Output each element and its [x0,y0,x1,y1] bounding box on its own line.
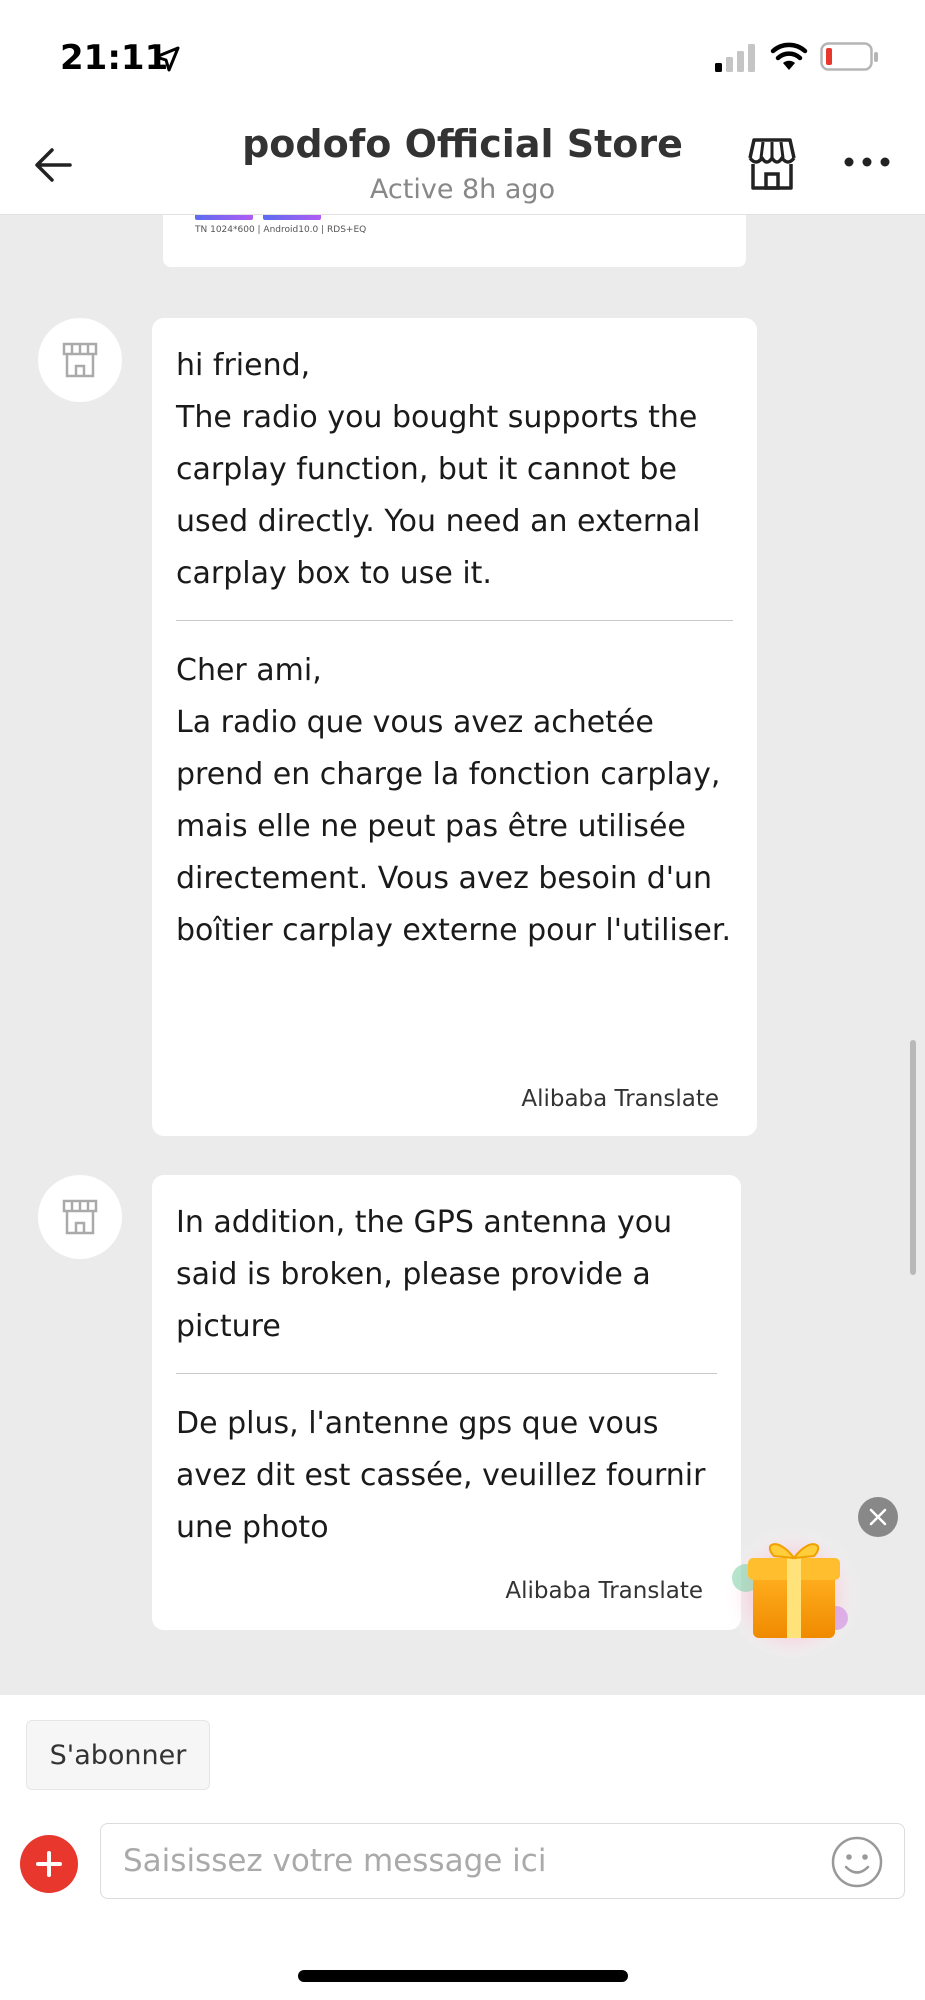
emoji-icon[interactable] [829,1834,885,1890]
message-input[interactable] [123,1824,803,1898]
message-input-box[interactable] [100,1823,905,1899]
scrollbar[interactable] [910,1040,916,1275]
composer-area: S'abonner [0,1695,925,2000]
close-icon [869,1508,887,1526]
translator-label: Alibaba Translate [505,1578,703,1604]
more-icon[interactable] [842,150,892,174]
message-translation: Cher ami, La radio que vous avez achetée… [176,653,731,948]
location-arrow-icon [154,46,180,72]
add-attachment-button[interactable] [20,1835,78,1893]
translator-label: Alibaba Translate [521,1086,719,1112]
plus-icon [36,1851,62,1877]
gift-icon[interactable] [718,1510,868,1660]
message-original: hi friend, The radio you bought supports… [176,348,701,591]
store-icon[interactable] [740,132,804,196]
top-bar: 21:11 podofo Official Store Active 8h ag… [0,0,925,215]
message-bubble: hi friend, The radio you bought supports… [152,318,757,1136]
signal-icon [715,44,755,72]
battery-icon [820,42,878,71]
translation-divider [176,1373,717,1374]
message-bubble: In addition, the GPS antenna you said is… [152,1175,741,1630]
home-indicator [298,1970,628,1982]
store-icon [62,342,98,378]
wifi-icon [770,42,808,70]
gift-close-button[interactable] [858,1497,898,1537]
translation-divider [176,620,733,621]
store-icon [62,1199,98,1235]
store-avatar[interactable] [38,318,122,402]
message-translation: De plus, l'antenne gps que vous avez dit… [176,1406,706,1545]
subscribe-button[interactable]: S'abonner [26,1720,210,1790]
store-avatar[interactable] [38,1175,122,1259]
message-original: In addition, the GPS antenna you said is… [176,1205,673,1344]
product-meta: TN 1024*600 | Android10.0 | RDS+EQ [195,225,367,235]
